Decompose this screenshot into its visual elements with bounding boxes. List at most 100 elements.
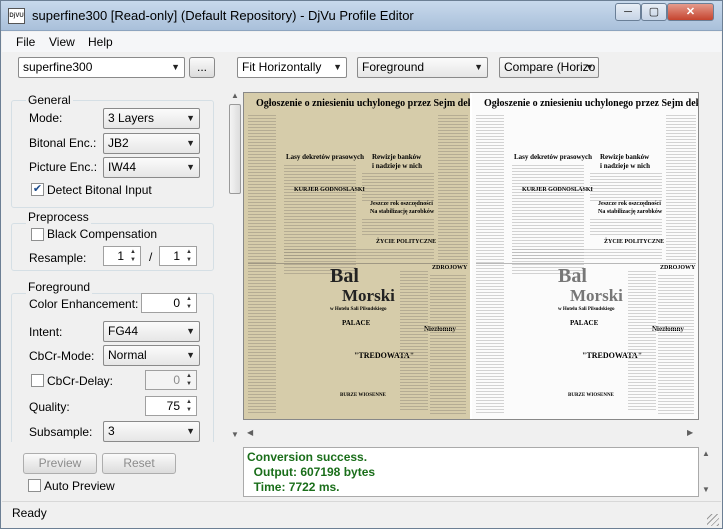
cbcr-mode-value: Normal — [108, 348, 147, 362]
auto-preview-checkbox[interactable] — [28, 479, 41, 492]
article-title: Jeszcze rok oszczędności — [370, 201, 433, 207]
chevron-down-icon: ▼ — [333, 62, 342, 72]
article-title: i nadzieje w nich — [600, 162, 650, 170]
settings-scroll-thumb[interactable] — [229, 104, 241, 194]
layer-combo[interactable]: Foreground ▼ — [357, 57, 488, 78]
console-scrollbar[interactable]: ▲ ▼ — [700, 447, 712, 497]
spin-arrows-icon[interactable]: ▲ ▼ — [183, 295, 195, 311]
resample-b-spinbox[interactable]: 1 ▲ ▼ — [159, 246, 197, 266]
viewer-hscrollbar[interactable]: ◀ ▶ — [243, 425, 699, 442]
chevron-down-icon: ▼ — [186, 350, 195, 360]
ad-palace: PALACE — [342, 319, 371, 327]
quality-label: Quality: — [29, 400, 70, 414]
console-line: Output: 607198 bytes — [247, 465, 376, 479]
minimize-button[interactable]: ─ — [615, 3, 641, 21]
menu-view[interactable]: View — [49, 35, 75, 49]
chevron-down-icon: ▼ — [186, 426, 195, 436]
article-title: Na stabilizację zarobków — [370, 209, 435, 215]
status-bar: Ready — [2, 501, 721, 528]
menu-help[interactable]: Help — [88, 35, 113, 49]
compare-combo[interactable]: Compare (Horizo ▼ — [499, 57, 599, 78]
quality-spinbox[interactable]: 75 ▲ ▼ — [145, 396, 197, 416]
color-enhancement-spinbox[interactable]: 0 ▲ ▼ — [141, 293, 197, 313]
intent-label: Intent: — [29, 325, 63, 339]
ad-palace: PALACE — [570, 319, 599, 327]
console-line: Conversion success. — [247, 450, 368, 464]
article-title: Lasy dekretów prasowych — [514, 153, 593, 161]
subsample-value: 3 — [108, 424, 115, 438]
ad-right: ZDROJOWY — [660, 265, 696, 271]
resample-a-spinbox[interactable]: 1 ▲ ▼ — [103, 246, 141, 266]
mode-label: Mode: — [29, 111, 63, 125]
black-compensation-label: Black Compensation — [47, 227, 158, 241]
spin-arrows-icon[interactable]: ▲ ▼ — [183, 372, 195, 388]
cbcr-mode-label: CbCr-Mode: — [29, 349, 95, 363]
spin-arrows-icon[interactable]: ▲ ▼ — [183, 248, 195, 264]
resize-grip-icon[interactable] — [707, 514, 719, 526]
scroll-down-icon[interactable]: ▼ — [231, 430, 239, 439]
close-button[interactable]: ✕ — [667, 3, 714, 21]
compare-value: Compare (Horizo — [504, 60, 596, 74]
scroll-up-icon[interactable]: ▲ — [702, 449, 710, 458]
ad-right: ZDROJOWY — [432, 265, 468, 271]
general-title: General — [26, 93, 73, 107]
intent-combo[interactable]: FG44 ▼ — [103, 321, 200, 342]
picture-value: IW44 — [108, 160, 137, 174]
detect-bitonal-checkbox[interactable]: ✔ — [31, 183, 44, 196]
scroll-right-icon[interactable]: ▶ — [687, 428, 693, 437]
cbcr-mode-combo[interactable]: Normal ▼ — [103, 345, 200, 366]
mode-combo[interactable]: 3 Layers ▼ — [103, 108, 200, 129]
menu-bar: File View Help — [2, 32, 721, 52]
cbcr-delay-spinbox[interactable]: 0 ▲ ▼ — [145, 370, 197, 390]
spin-arrows-icon[interactable]: ▲ ▼ — [127, 248, 139, 264]
scroll-down-icon[interactable]: ▼ — [702, 485, 710, 494]
ad-subtitle: w Hotelu Sali Pilsudskiego — [558, 307, 615, 312]
maximize-button[interactable]: ▢ — [641, 3, 667, 21]
resample-a-value: 1 — [117, 249, 124, 263]
intent-value: FG44 — [108, 324, 139, 338]
browse-button[interactable]: ... — [189, 57, 215, 78]
ad-subtitle: w Hotelu Sali Pilsudskiego — [330, 307, 387, 312]
zoom-value: Fit Horizontally — [242, 60, 322, 74]
scroll-up-icon[interactable]: ▲ — [231, 91, 239, 100]
reset-button[interactable]: Reset — [102, 453, 176, 474]
scroll-left-icon[interactable]: ◀ — [247, 428, 253, 437]
resample-label: Resample: — [29, 251, 87, 265]
cbcr-delay-label: CbCr-Delay: — [47, 374, 114, 388]
settings-scrollbar[interactable]: ▲ ▼ — [229, 90, 241, 442]
zoom-combo[interactable]: Fit Horizontally ▼ — [237, 57, 347, 78]
bitonal-value: JB2 — [108, 136, 129, 150]
color-enhancement-label: Color Enhancement: — [29, 297, 139, 311]
ad-morski: Morski — [570, 286, 623, 305]
preprocess-title: Preprocess — [26, 210, 91, 224]
mode-value: 3 Layers — [108, 111, 155, 125]
auto-preview-label: Auto Preview — [44, 479, 115, 493]
subsample-combo[interactable]: 3 ▼ — [103, 421, 200, 442]
article-title: Na stabilizację zarobków — [598, 209, 663, 215]
layer-value: Foreground — [362, 60, 425, 74]
cbcr-delay-checkbox[interactable] — [31, 374, 44, 387]
article-title: i nadzieje w nich — [372, 162, 422, 170]
window-title: superfine300 [Read-only] (Default Reposi… — [32, 8, 414, 23]
bitonal-label: Bitonal Enc.: — [29, 136, 97, 150]
status-text: Ready — [12, 506, 47, 520]
black-compensation-checkbox[interactable] — [31, 228, 44, 241]
article-title: Lasy dekretów prasowych — [286, 153, 365, 161]
article-title: Rewizje banków — [372, 153, 422, 161]
preview-button[interactable]: Preview — [23, 453, 97, 474]
menu-file[interactable]: File — [16, 35, 35, 49]
picture-combo[interactable]: IW44 ▼ — [103, 157, 200, 178]
quality-value: 75 — [166, 399, 180, 413]
preview-viewer[interactable]: Ogłoszenie o zniesieniu uchylonego przez… — [243, 92, 699, 420]
ad-bal: Bal — [330, 265, 359, 287]
profile-combo[interactable]: superfine300 ▼ — [18, 57, 185, 78]
spin-arrows-icon[interactable]: ▲ ▼ — [183, 398, 195, 414]
bitonal-combo[interactable]: JB2 ▼ — [103, 133, 200, 154]
newspaper-headline: Ogłoszenie o zniesieniu uchylonego przez… — [484, 98, 698, 109]
output-console: Conversion success. Output: 607198 bytes… — [243, 447, 699, 497]
title-bar: DjVU superfine300 [Read-only] (Default R… — [1, 1, 722, 31]
chevron-down-icon: ▼ — [186, 162, 195, 172]
profile-value: superfine300 — [23, 60, 93, 74]
foreground-title: Foreground — [26, 280, 93, 294]
ad-bal: Bal — [558, 265, 587, 287]
